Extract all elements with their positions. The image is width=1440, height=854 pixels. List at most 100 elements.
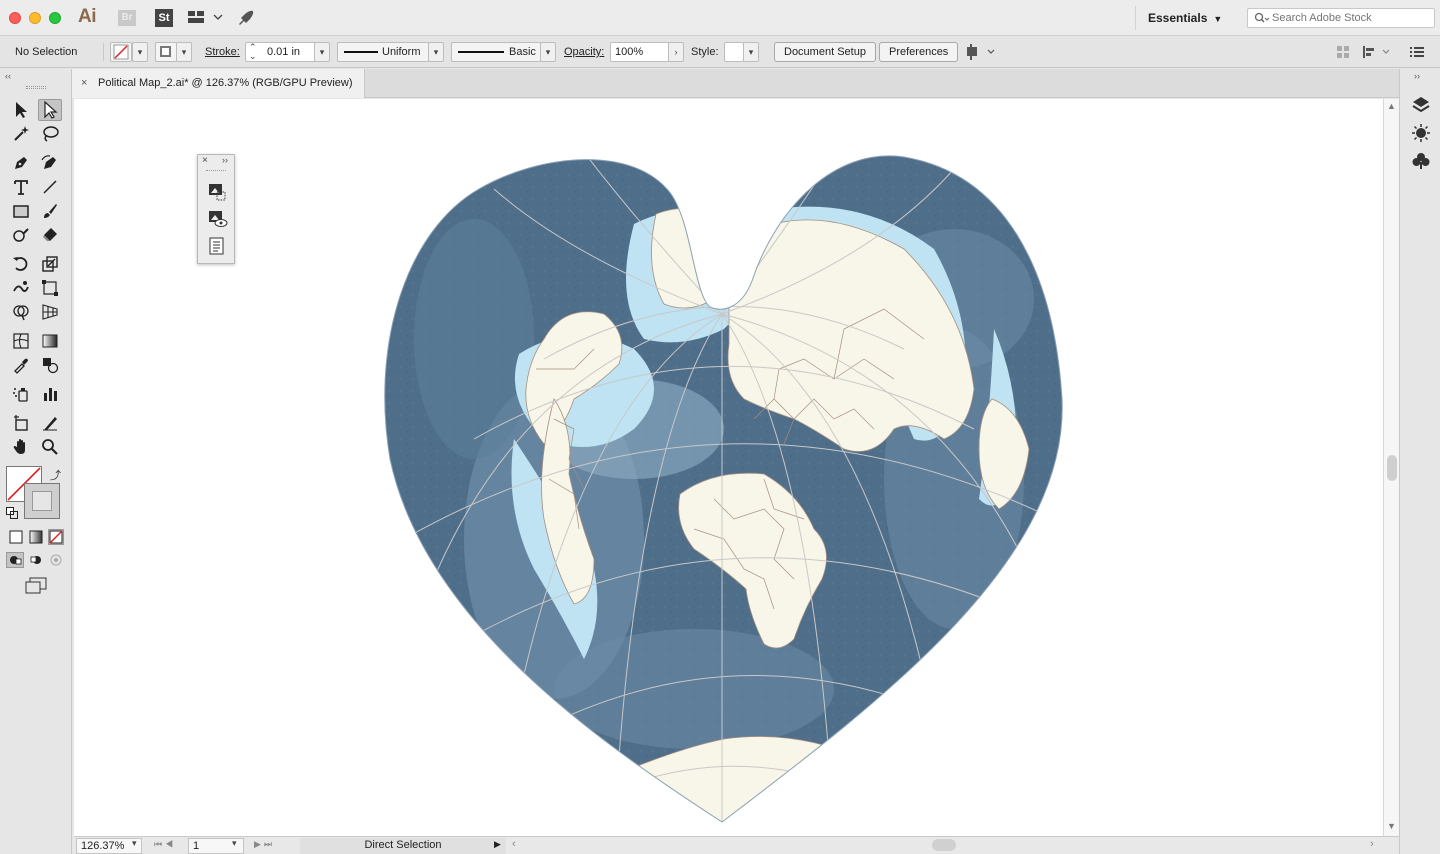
stroke-color-swatch[interactable]: [155, 42, 177, 62]
minimize-window-button[interactable]: [29, 12, 41, 24]
direct-selection-tool-icon[interactable]: [38, 99, 62, 121]
stepper-down-icon[interactable]: ⌄: [249, 52, 257, 61]
scroll-left-icon[interactable]: ‹: [512, 838, 516, 850]
shape-builder-tool-icon[interactable]: [9, 301, 33, 323]
fill-dropdown[interactable]: ▾: [132, 42, 148, 62]
draw-normal-icon[interactable]: [6, 552, 24, 568]
symbols-icon[interactable]: [1411, 151, 1431, 174]
warp-tool-icon[interactable]: [9, 277, 33, 299]
vertical-scrollbar[interactable]: ▲ ▼: [1383, 99, 1399, 836]
graph-tool-icon[interactable]: [38, 383, 62, 405]
style-dropdown[interactable]: ▾: [743, 42, 759, 62]
gradient-tool-icon[interactable]: [38, 330, 62, 352]
status-tool-label[interactable]: Direct Selection: [300, 838, 506, 854]
document-setup-button[interactable]: Document Setup: [774, 42, 876, 62]
profile-dropdown[interactable]: ▾: [428, 42, 444, 62]
none-mode-icon[interactable]: [48, 529, 64, 545]
align-icon[interactable]: [1336, 45, 1350, 62]
curvature-tool-icon[interactable]: [38, 152, 62, 174]
horizontal-scroll-thumb[interactable]: [932, 839, 956, 851]
close-tab-icon[interactable]: ×: [81, 69, 87, 98]
blend-tool-icon[interactable]: [38, 354, 62, 376]
arrange-objects-icon[interactable]: [964, 44, 998, 63]
default-fill-stroke-icon[interactable]: [6, 507, 18, 522]
selection-tool-icon[interactable]: [9, 99, 33, 121]
eyedropper-tool-icon[interactable]: [9, 354, 33, 376]
arrange-documents-icon[interactable]: [188, 11, 224, 28]
scroll-right-icon[interactable]: ›: [1370, 838, 1374, 850]
expand-panel-icon[interactable]: ››: [222, 155, 228, 165]
document-tab[interactable]: × Political Map_2.ai* @ 126.37% (RGB/GPU…: [72, 69, 365, 98]
search-input[interactable]: [1272, 10, 1432, 26]
preferences-button[interactable]: Preferences: [879, 42, 959, 62]
collapse-panel-icon[interactable]: ‹‹: [5, 71, 11, 81]
scroll-down-icon[interactable]: ▼: [1387, 821, 1396, 831]
artboard-canvas[interactable]: [74, 99, 1383, 836]
hand-tool-icon[interactable]: [9, 436, 33, 458]
stroke-weight-dropdown[interactable]: ▾: [314, 42, 330, 62]
stroke-label[interactable]: Stroke:: [205, 46, 240, 58]
stroke-swatch[interactable]: [24, 483, 60, 519]
artboard-tool-icon[interactable]: [9, 412, 33, 434]
status-menu-icon[interactable]: ▶: [494, 839, 501, 850]
heart-map-artwork[interactable]: [74, 99, 1383, 836]
zoom-dropdown-icon[interactable]: ▾: [132, 838, 137, 849]
slice-tool-icon[interactable]: [38, 412, 62, 434]
close-window-button[interactable]: [9, 12, 21, 24]
close-panel-icon[interactable]: ×: [202, 155, 208, 166]
panel-menu-icon[interactable]: [1410, 46, 1424, 61]
image-trace-icon[interactable]: [208, 183, 226, 204]
shaper-tool-icon[interactable]: [9, 224, 33, 246]
mesh-tool-icon[interactable]: [9, 330, 33, 352]
opacity-label[interactable]: Opacity:: [564, 46, 604, 58]
draw-inside-icon[interactable]: [48, 553, 64, 570]
pen-tool-icon[interactable]: [9, 152, 33, 174]
layers-icon[interactable]: [1411, 95, 1431, 118]
scale-tool-icon[interactable]: [38, 253, 62, 275]
panel-grip[interactable]: [206, 170, 226, 173]
appearance-icon[interactable]: [1411, 123, 1431, 146]
stock-button[interactable]: St: [155, 9, 173, 27]
opacity-field[interactable]: 100%: [610, 42, 670, 62]
stroke-dropdown[interactable]: ▾: [176, 42, 192, 62]
variable-width-profile[interactable]: Uniform: [337, 42, 429, 62]
rectangle-tool-icon[interactable]: [9, 200, 33, 222]
swap-fill-stroke-icon[interactable]: ⤴: [50, 467, 61, 483]
stroke-weight-field[interactable]: ⌃ ⌄ 0.01 in: [245, 42, 317, 62]
artboard-dropdown-icon[interactable]: ▾: [232, 838, 237, 849]
expand-dock-icon[interactable]: ››: [1414, 71, 1420, 81]
transform-icon[interactable]: [1362, 45, 1392, 62]
zoom-window-button[interactable]: [49, 12, 61, 24]
magic-wand-tool-icon[interactable]: [9, 123, 33, 145]
fill-color-swatch[interactable]: [110, 42, 132, 62]
screen-mode-icon[interactable]: [24, 577, 48, 598]
first-prev-artboard-icon[interactable]: ⏮◀: [154, 839, 176, 850]
stock-search[interactable]: [1247, 8, 1435, 28]
next-last-artboard-icon[interactable]: ▶⏭: [254, 839, 275, 850]
brush-definition[interactable]: Basic: [451, 42, 541, 62]
lasso-tool-icon[interactable]: [38, 123, 62, 145]
panel-grip[interactable]: [26, 86, 46, 89]
asset-export-icon[interactable]: [208, 210, 228, 231]
opacity-slider-toggle[interactable]: ›: [668, 42, 684, 62]
zoom-tool-icon[interactable]: [38, 436, 62, 458]
vertical-scroll-thumb[interactable]: [1387, 455, 1397, 481]
paintbrush-tool-icon[interactable]: [38, 200, 62, 222]
line-tool-icon[interactable]: [38, 176, 62, 198]
scroll-up-icon[interactable]: ▲: [1387, 101, 1396, 111]
type-tool-icon[interactable]: [9, 176, 33, 198]
brush-dropdown[interactable]: ▾: [540, 42, 556, 62]
workspace-switcher[interactable]: Essentials ▼: [1135, 6, 1234, 30]
document-info-icon[interactable]: [209, 237, 225, 258]
symbol-sprayer-tool-icon[interactable]: [9, 383, 33, 405]
gradient-mode-icon[interactable]: [29, 530, 43, 547]
eraser-tool-icon[interactable]: [38, 224, 62, 246]
graphic-style-swatch[interactable]: [724, 42, 744, 62]
bridge-button[interactable]: Br: [118, 10, 136, 26]
draw-behind-icon[interactable]: [28, 553, 44, 570]
free-transform-tool-icon[interactable]: [38, 277, 62, 299]
color-mode-icon[interactable]: [9, 530, 23, 547]
perspective-grid-tool-icon[interactable]: [38, 301, 62, 323]
rotate-tool-icon[interactable]: [9, 253, 33, 275]
gpu-performance-icon[interactable]: [237, 9, 255, 30]
